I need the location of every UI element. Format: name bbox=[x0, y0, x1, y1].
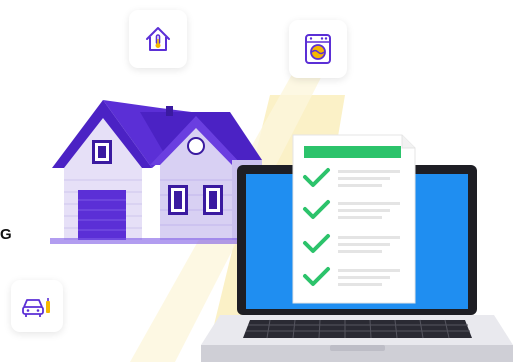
checklist-document bbox=[292, 134, 416, 304]
illustration-scene: G bbox=[0, 0, 513, 362]
